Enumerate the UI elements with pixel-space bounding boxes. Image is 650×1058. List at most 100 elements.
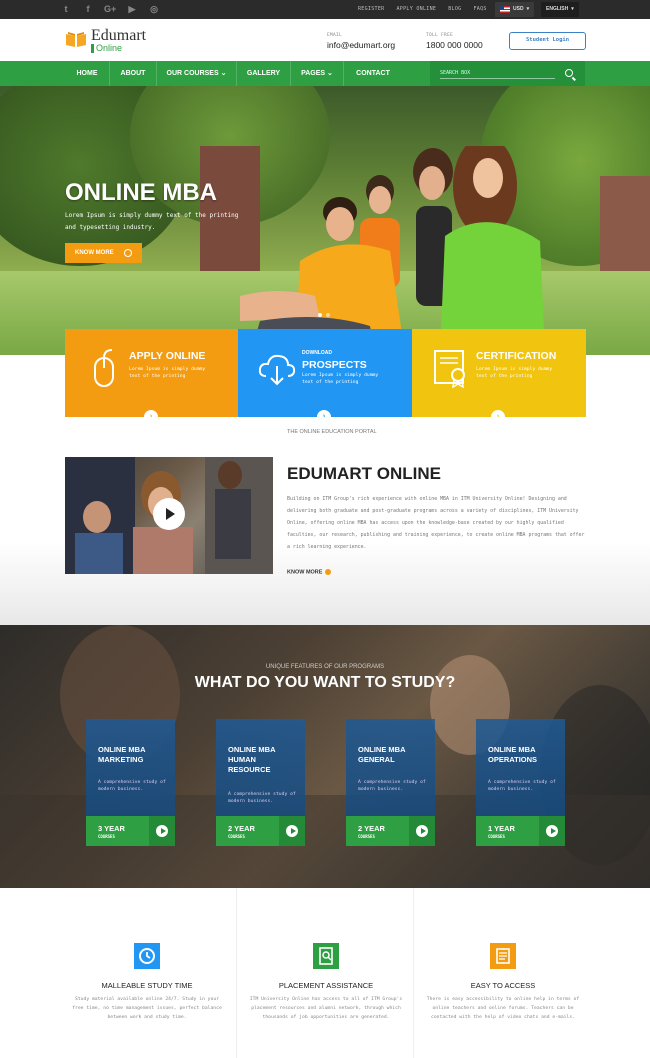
feature-title: CERTIFICATION [476, 350, 556, 362]
course-go-button[interactable] [149, 816, 175, 846]
course-footer: 2 YEAR COURSES [216, 816, 305, 846]
play-circle-icon [546, 825, 558, 837]
highlight-text: There is easy accessibility to online he… [426, 997, 580, 1020]
course-go-button[interactable] [539, 816, 565, 846]
play-circle-icon [156, 825, 168, 837]
nav-label: PAGES [301, 70, 326, 77]
instagram-icon[interactable]: ◎ [148, 3, 160, 15]
about-text: Building on ITM Group's rich experience … [287, 496, 585, 550]
main-navigation: HOME ABOUT OUR COURSES ⌄ GALLERY PAGES ⌄… [0, 61, 650, 86]
feature-text: Lorem Ipsum is simply dummy text of the … [302, 373, 379, 385]
logo-subtitle: Online [91, 44, 122, 53]
chevron-down-icon: ⌄ [220, 70, 227, 77]
mouse-icon [94, 349, 114, 387]
play-button-icon[interactable] [153, 498, 185, 530]
course-label: COURSES [98, 834, 115, 839]
currency-value: USD [513, 6, 524, 12]
feature-kicker: DOWNLOAD [302, 350, 332, 356]
course-footer: 3 YEAR COURSES [86, 816, 175, 846]
course-footer: 1 YEAR COURSES [476, 816, 565, 846]
language-dropdown[interactable]: ENGLISH ▾ [541, 2, 579, 17]
nav-pages[interactable]: PAGES ⌄ [291, 61, 344, 86]
course-duration: 3 YEAR [98, 824, 125, 833]
hero-know-more-button[interactable]: KNOW MORE [65, 243, 142, 263]
cloud-download-icon [258, 354, 296, 386]
chevron-down-icon: ▾ [526, 6, 530, 12]
search-box[interactable]: SEARCH BOX [430, 61, 585, 86]
course-title: ONLINE MBA MARKETING [98, 745, 146, 764]
about-know-more-link[interactable]: KNOW MORE [287, 569, 332, 576]
nav-label: GALLERY [246, 70, 281, 77]
feature-title: DOWNLOAD PROSPECTS [302, 350, 367, 371]
students-photo [240, 146, 545, 355]
nav-gallery[interactable]: GALLERY [237, 61, 291, 86]
highlight-title: PLACEMENT ASSISTANCE [278, 981, 374, 990]
nav-home[interactable]: HOME [65, 61, 110, 86]
notes-icon [490, 943, 516, 969]
document-search-icon [313, 943, 339, 969]
google-plus-icon[interactable]: G+ [104, 3, 116, 15]
play-circle-icon [286, 825, 298, 837]
chevron-down-icon: ⌄ [327, 70, 333, 77]
course-go-button[interactable] [279, 816, 305, 846]
highlight-placement: PLACEMENT ASSISTANCE ITM University Onli… [236, 888, 414, 1058]
currency-dropdown[interactable]: USD ▾ [495, 2, 535, 17]
phone-label: TOLL FREE [426, 33, 454, 38]
course-desc: A comprehensive study of modern business… [488, 780, 556, 792]
us-flag-icon [500, 6, 510, 13]
highlight-easy-access: EASY TO ACCESS There is easy accessibili… [414, 888, 592, 1058]
nav-label: HOME [76, 70, 98, 77]
about-title: EDUMART ONLINE [287, 464, 441, 483]
slider-dot[interactable] [318, 313, 322, 317]
book-logo-icon [66, 32, 86, 47]
feature-title-text: APPLY ONLINE [129, 350, 206, 362]
course-card-marketing[interactable]: ONLINE MBA MARKETING A comprehensive stu… [86, 719, 175, 846]
email-info: EMAIL info@edumart.org [327, 33, 395, 50]
course-title: ONLINE MBA OPERATIONS [488, 745, 538, 764]
nav-label: CONTACT [356, 70, 390, 77]
course-card-human-resource[interactable]: ONLINE MBA HUMAN RESOURCE A comprehensiv… [216, 719, 305, 846]
blog-link[interactable]: BLOG [442, 0, 467, 19]
feature-certification[interactable]: CERTIFICATION Lorem Ipsum is simply dumm… [412, 329, 586, 425]
intro-video[interactable] [65, 457, 273, 574]
phone-info: TOLL FREE 1800 000 0000 [426, 33, 483, 50]
course-label: COURSES [488, 834, 505, 839]
course-desc: A comprehensive study of modern business… [228, 792, 296, 804]
nav-label: OUR COURSES [166, 70, 219, 77]
know-more-label: KNOW MORE [287, 569, 323, 576]
feature-download-prospects[interactable]: DOWNLOAD PROSPECTS Lorem Ipsum is simply … [238, 329, 412, 425]
youtube-icon[interactable]: ▶ [126, 3, 138, 15]
twitter-icon[interactable]: t [60, 3, 72, 15]
phone-value[interactable]: 1800 000 0000 [426, 40, 483, 50]
background-building [600, 176, 650, 276]
nav-our-courses[interactable]: OUR COURSES ⌄ [157, 61, 237, 86]
course-label: COURSES [228, 834, 245, 839]
search-icon[interactable] [565, 69, 573, 77]
course-card-general[interactable]: ONLINE MBA GENERAL A comprehensive study… [346, 719, 435, 846]
register-link[interactable]: REGISTER [352, 0, 390, 19]
course-desc: A comprehensive study of modern business… [98, 780, 166, 792]
slider-dot[interactable] [326, 313, 330, 317]
feature-title-text: PROSPECTS [302, 359, 367, 371]
arrow-circle-icon [124, 249, 132, 257]
course-footer: 2 YEAR COURSES [346, 816, 435, 846]
faqs-link[interactable]: FAQS [467, 0, 492, 19]
study-section: UNIQUE FEATURES OF OUR PROGRAMS WHAT DO … [0, 625, 650, 888]
facebook-icon[interactable]: f [82, 3, 94, 15]
nav-label: ABOUT [120, 70, 146, 77]
student-login-button[interactable]: Student Login [509, 32, 586, 50]
nav-about[interactable]: ABOUT [110, 61, 157, 86]
course-go-button[interactable] [409, 816, 435, 846]
hero-slider: ONLINE MBA Lorem Ipsum is simply dummy t… [0, 86, 650, 355]
course-card-operations[interactable]: ONLINE MBA OPERATIONS A comprehensive st… [476, 719, 565, 846]
highlight-study-time: MALLEABLE STUDY TIME Study material avai… [58, 888, 236, 1058]
course-duration: 1 YEAR [488, 824, 515, 833]
email-value[interactable]: info@edumart.org [327, 40, 395, 50]
search-underline [440, 78, 555, 79]
nav-contact[interactable]: CONTACT [344, 61, 402, 86]
apply-online-link[interactable]: APPLY ONLINE [390, 0, 442, 19]
search-input[interactable]: SEARCH BOX [440, 70, 470, 76]
feature-apply-online[interactable]: APPLY ONLINE Lorem Ipsum is simply dummy… [65, 329, 238, 425]
feature-text: Lorem Ipsum is simply dummy text of the … [476, 367, 553, 379]
about-kicker: THE ONLINE EDUCATION PORTAL [287, 429, 377, 435]
